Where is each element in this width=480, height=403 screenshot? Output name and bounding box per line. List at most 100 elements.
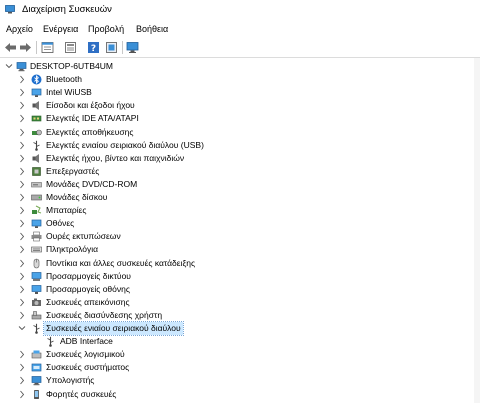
tree-item[interactable]: Οθόνες: [0, 217, 480, 230]
tree-item[interactable]: Επεξεργαστές: [0, 165, 480, 178]
chevron-right-icon[interactable]: [17, 349, 27, 360]
chevron-right-icon[interactable]: [17, 362, 27, 373]
tree-item[interactable]: Συσκευές απεικόνισης: [0, 296, 480, 309]
chevron-right-icon[interactable]: [17, 310, 27, 321]
tree-item-label: Intel WiUSB: [46, 87, 92, 98]
tree-root-label: DESKTOP-6UTB4UM: [30, 61, 113, 71]
tree-item[interactable]: Συσκευές ενιαίου σειριακού διαύλου: [0, 321, 480, 336]
chevron-right-icon[interactable]: [17, 231, 27, 242]
chevron-right-icon[interactable]: [17, 244, 27, 255]
portable-device-icon: [34, 389, 39, 399]
tree-item-label: Ελεγκτές IDE ATA/ATAPI: [46, 113, 139, 124]
chevron-right-icon[interactable]: [17, 192, 27, 203]
tree-item-label: Συσκευές συστήματος: [46, 362, 130, 373]
tree-item[interactable]: Ποντίκια και άλλες συσκευές κατάδειξης: [0, 257, 480, 270]
computer-icon: [31, 376, 42, 386]
scan-hardware-icon[interactable]: [126, 41, 139, 54]
tree-item[interactable]: Bluetooth: [0, 73, 480, 86]
toolbar-separator: [122, 41, 123, 54]
printer-icon: [31, 231, 42, 242]
tree-scrollbar[interactable]: [474, 58, 480, 403]
tree-item[interactable]: Προσαρμογείς οθόνης: [0, 283, 480, 296]
tree-item-label: Συσκευές ενιαίου σειριακού διαύλου: [43, 321, 184, 336]
chevron-right-icon[interactable]: [17, 179, 27, 190]
help-icon[interactable]: ?: [87, 41, 100, 54]
chevron-right-icon[interactable]: [17, 140, 27, 151]
chevron-right-icon[interactable]: [17, 271, 27, 282]
tree-root[interactable]: DESKTOP-6UTB4UM: [0, 60, 480, 73]
tree-item[interactable]: Intel WiUSB: [0, 86, 480, 99]
tree-item[interactable]: Συσκευές διασύνδεσης χρήστη: [0, 309, 480, 322]
speaker-icon: [32, 101, 39, 111]
chevron-right-icon[interactable]: [17, 153, 27, 164]
tree-item[interactable]: Πληκτρολόγια: [0, 243, 480, 256]
display-adapter-icon: [31, 284, 42, 294]
tree-item[interactable]: Ελεγκτές IDE ATA/ATAPI: [0, 112, 480, 125]
chevron-right-icon[interactable]: [17, 166, 27, 177]
chevron-right-icon[interactable]: [17, 113, 27, 124]
chevron-right-icon[interactable]: [17, 100, 27, 111]
usb-icon: [33, 323, 40, 334]
tree-item[interactable]: Μπαταρίες: [0, 204, 480, 217]
system-device-icon: [31, 363, 42, 372]
tree-item-label: Επεξεργαστές: [46, 165, 100, 176]
chevron-down-icon[interactable]: [17, 323, 27, 334]
forward-arrow-icon[interactable]: [19, 41, 32, 54]
toolbar: ?: [0, 38, 480, 58]
tree-item-label: Ελεγκτές ενιαίου σειριακού διαύλου (USB): [46, 139, 204, 150]
menu-action[interactable]: Ενέργεια: [43, 24, 78, 34]
menu-bar: Αρχείο Ενέργεια Προβολή Βοήθεια: [0, 21, 480, 37]
speaker-icon: [32, 153, 39, 163]
tree-item[interactable]: Είσοδοι και έξοδοι ήχου: [0, 99, 480, 112]
tree-item[interactable]: Ουρές εκτυπώσεων: [0, 230, 480, 243]
mouse-icon: [33, 258, 40, 268]
update-driver-icon[interactable]: [105, 41, 118, 54]
chevron-down-icon[interactable]: [4, 61, 14, 72]
menu-view[interactable]: Προβολή: [88, 24, 124, 34]
storage-controller-icon: [32, 129, 42, 135]
chevron-right-icon[interactable]: [17, 205, 27, 216]
tree-item-label: Ποντίκια και άλλες συσκευές κατάδειξης: [46, 257, 196, 268]
chevron-right-icon[interactable]: [17, 258, 27, 269]
svg-text:?: ?: [91, 44, 96, 54]
tree-child-item[interactable]: ADB Interface: [0, 335, 480, 348]
properties-icon[interactable]: [41, 41, 54, 54]
tree-item[interactable]: Ελεγκτές ήχου, βίντεο και παιχνιδιών: [0, 152, 480, 165]
tree-item[interactable]: Ελεγκτές ενιαίου σειριακού διαύλου (USB): [0, 139, 480, 152]
tree-item-label: Bluetooth: [46, 74, 82, 85]
usb-icon: [47, 336, 54, 347]
computer-icon: [16, 62, 27, 72]
chevron-right-icon[interactable]: [17, 127, 27, 138]
tree-item[interactable]: Ελεγκτές αποθήκευσης: [0, 126, 480, 139]
tree-item-label: Φορητές συσκευές: [46, 388, 117, 399]
tree-item-label: Προσαρμογείς οθόνης: [46, 283, 130, 294]
ide-controller-icon: [31, 116, 42, 122]
details-view-icon[interactable]: [64, 41, 77, 54]
tree-item[interactable]: Μονάδες δίσκου: [0, 191, 480, 204]
tree-item[interactable]: Μονάδες DVD/CD-ROM: [0, 178, 480, 191]
menu-help[interactable]: Βοήθεια: [136, 24, 168, 34]
monitor-icon: [31, 88, 42, 98]
chevron-right-icon[interactable]: [17, 389, 27, 400]
tree-item-label: Προσαρμογείς δικτύου: [46, 270, 131, 281]
chevron-right-icon[interactable]: [17, 218, 27, 229]
tree-item[interactable]: Φορητές συσκευές: [0, 388, 480, 401]
tree-item-label: Συσκευές διασύνδεσης χρήστη: [46, 309, 163, 320]
tree-item[interactable]: Υπολογιστής: [0, 374, 480, 387]
hid-icon: [31, 311, 42, 320]
toolbar-separator: [36, 41, 37, 54]
tree-item[interactable]: Συσκευές συστήματος: [0, 361, 480, 374]
chevron-right-icon[interactable]: [17, 74, 27, 85]
tree-item-label: Συσκευές λογισμικού: [46, 349, 125, 360]
tree-item-label: Πληκτρολόγια: [46, 244, 99, 255]
menu-file[interactable]: Αρχείο: [6, 24, 33, 34]
back-arrow-icon[interactable]: [4, 41, 17, 54]
tree-item-label: Ελεγκτές αποθήκευσης: [46, 126, 134, 137]
chevron-right-icon[interactable]: [17, 375, 27, 386]
camera-icon: [32, 298, 41, 306]
chevron-right-icon[interactable]: [17, 297, 27, 308]
chevron-right-icon[interactable]: [17, 284, 27, 295]
chevron-right-icon[interactable]: [17, 87, 27, 98]
tree-item[interactable]: Προσαρμογείς δικτύου: [0, 270, 480, 283]
tree-item[interactable]: Συσκευές λογισμικού: [0, 348, 480, 361]
